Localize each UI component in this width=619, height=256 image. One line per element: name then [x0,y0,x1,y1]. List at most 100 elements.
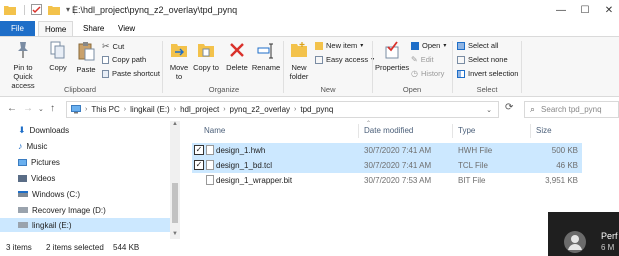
delete-button[interactable]: Delete [224,41,250,72]
column-divider[interactable] [530,124,531,138]
customize-toolbar-icon[interactable]: ▾ [66,5,70,14]
tab-file[interactable]: File [0,21,35,36]
column-header-size[interactable]: Size [536,126,552,135]
nav-item-recovery-d[interactable]: Recovery Image (D:) [18,203,106,217]
scrollbar-thumb[interactable] [172,183,178,223]
navigation-scrollbar[interactable]: ▲ ▼ [170,121,180,239]
file-icon [206,175,214,185]
paste-icon [78,42,95,61]
drive-icon [18,222,28,228]
nav-item-label: Videos [31,173,56,183]
toast-subtitle: 6 M [601,243,615,252]
file-size: 46 KB [556,161,578,170]
nav-item-videos[interactable]: Videos [18,171,55,185]
scissors-icon: ✂ [102,41,110,51]
new-item-icon [315,41,323,50]
file-row[interactable]: ✓ design_1.hwh 30/7/2020 7:41 AM HWH Fil… [192,143,582,158]
new-group-label: New [320,85,336,94]
new-folder-label: New folder [289,63,309,81]
scroll-up-icon[interactable]: ▲ [172,121,178,127]
tab-share[interactable]: Share [77,21,110,36]
scroll-down-icon[interactable]: ▼ [172,231,178,237]
file-row[interactable]: ✓ design_1_bd.tcl 30/7/2020 7:41 AM TCL … [192,158,582,173]
column-divider[interactable] [452,124,453,138]
breadcrumb-tpd-pynq[interactable]: tpd_pynq [300,105,333,114]
up-arrow-icon[interactable]: ↑ [50,103,55,114]
pin-label: Pin to Quick access [11,63,35,90]
nav-item-windows-c[interactable]: Windows (C:) [18,187,80,201]
refresh-icon[interactable]: ⟳ [505,102,513,113]
chevron-right-icon: › [85,106,88,113]
properties-button[interactable]: Properties [375,41,409,72]
search-box[interactable]: ⌕ Search tpd_pynq [524,101,619,118]
column-header-type[interactable]: Type [458,126,475,135]
file-icon [206,160,214,170]
nav-item-label: Pictures [31,157,60,167]
dropdown-arrow-icon: ▾ [360,43,364,49]
recent-locations-icon[interactable]: ⌄ [38,105,44,113]
new-folder-icon[interactable] [48,5,60,15]
edit-label: Edit [420,55,434,64]
cut-label: Cut [112,42,125,51]
paste-shortcut-button[interactable]: Paste shortcut [102,69,160,78]
paste-button[interactable]: Paste [72,41,100,74]
row-checkbox[interactable]: ✓ [194,160,204,170]
breadcrumb-overlay[interactable]: pynq_z2_overlay [230,105,290,114]
nav-item-downloads[interactable]: ⬇ Downloads [18,123,69,137]
pin-to-quick-access-button[interactable]: Pin to Quick access [3,41,43,90]
nav-item-pictures[interactable]: Pictures [18,155,60,169]
tab-home[interactable]: Home [38,21,74,36]
status-selected-count: 2 items selected [46,243,104,252]
pictures-icon [18,158,27,166]
edit-icon: ✎ [411,55,418,64]
back-arrow-icon[interactable]: ← [7,103,17,114]
file-type: BIT File [458,176,486,185]
column-divider[interactable] [358,124,359,138]
copy-button[interactable]: Copy [45,41,71,72]
easy-access-button[interactable]: Easy access ▾ [315,55,374,64]
chevron-right-icon: › [173,106,177,113]
column-header-name[interactable]: Name [204,126,225,135]
select-none-button[interactable]: Select none [457,55,508,64]
properties-label: Properties [375,63,410,72]
column-header-date[interactable]: Date modified [364,126,413,135]
open-icon [411,41,419,50]
new-item-button[interactable]: New item ▾ [315,41,363,50]
edit-button[interactable]: ✎ Edit [411,55,434,64]
tab-view[interactable]: View [112,21,141,36]
minimize-button[interactable]: — [553,2,569,18]
paste-label: Paste [76,65,96,74]
breadcrumb-hdl-project[interactable]: hdl_project [180,105,219,114]
address-dropdown-icon[interactable]: ⌄ [486,106,492,114]
copy-path-button[interactable]: Copy path [102,55,146,64]
file-name: design_1_wrapper.bit [216,176,293,185]
invert-selection-button[interactable]: Invert selection [457,69,518,78]
forward-arrow-icon[interactable]: → [23,103,33,114]
copy-to-button[interactable]: Copy to [193,41,219,72]
history-button[interactable]: ◷ History [411,69,444,78]
nav-item-music[interactable]: ♪ Music [18,139,47,153]
ribbon-tabs: File Home Share View [0,21,619,36]
select-all-button[interactable]: Select all [457,41,498,50]
cut-button[interactable]: ✂ Cut [102,41,124,52]
maximize-button[interactable]: ☐ [577,2,593,18]
properties-check-icon[interactable] [31,4,42,15]
group-divider [162,41,163,93]
breadcrumb-drive[interactable]: lingkail (E:) [130,105,170,114]
move-to-button[interactable]: Move to [166,41,192,81]
move-to-label: Move to [169,63,189,81]
history-label: History [420,69,445,78]
new-item-label: New item [326,41,358,50]
row-checkbox[interactable]: ✓ [194,145,204,155]
chevron-right-icon: › [294,106,297,113]
open-button[interactable]: Open ▾ [411,41,446,50]
new-folder-button[interactable]: New folder [286,41,312,81]
close-button[interactable]: ✕ [601,2,617,18]
file-row[interactable]: design_1_wrapper.bit 30/7/2020 7:53 AM B… [192,173,582,188]
nav-item-label: Downloads [29,125,70,135]
nav-item-lingkail-e[interactable]: lingkail (E:) [0,218,170,232]
breadcrumb-this-pc[interactable]: This PC [91,105,119,114]
toast-notification[interactable]: Perf 6 M [548,212,619,256]
rename-button[interactable]: Rename [251,41,281,72]
address-field[interactable]: › This PC › lingkail (E:) › hdl_project … [66,101,499,118]
